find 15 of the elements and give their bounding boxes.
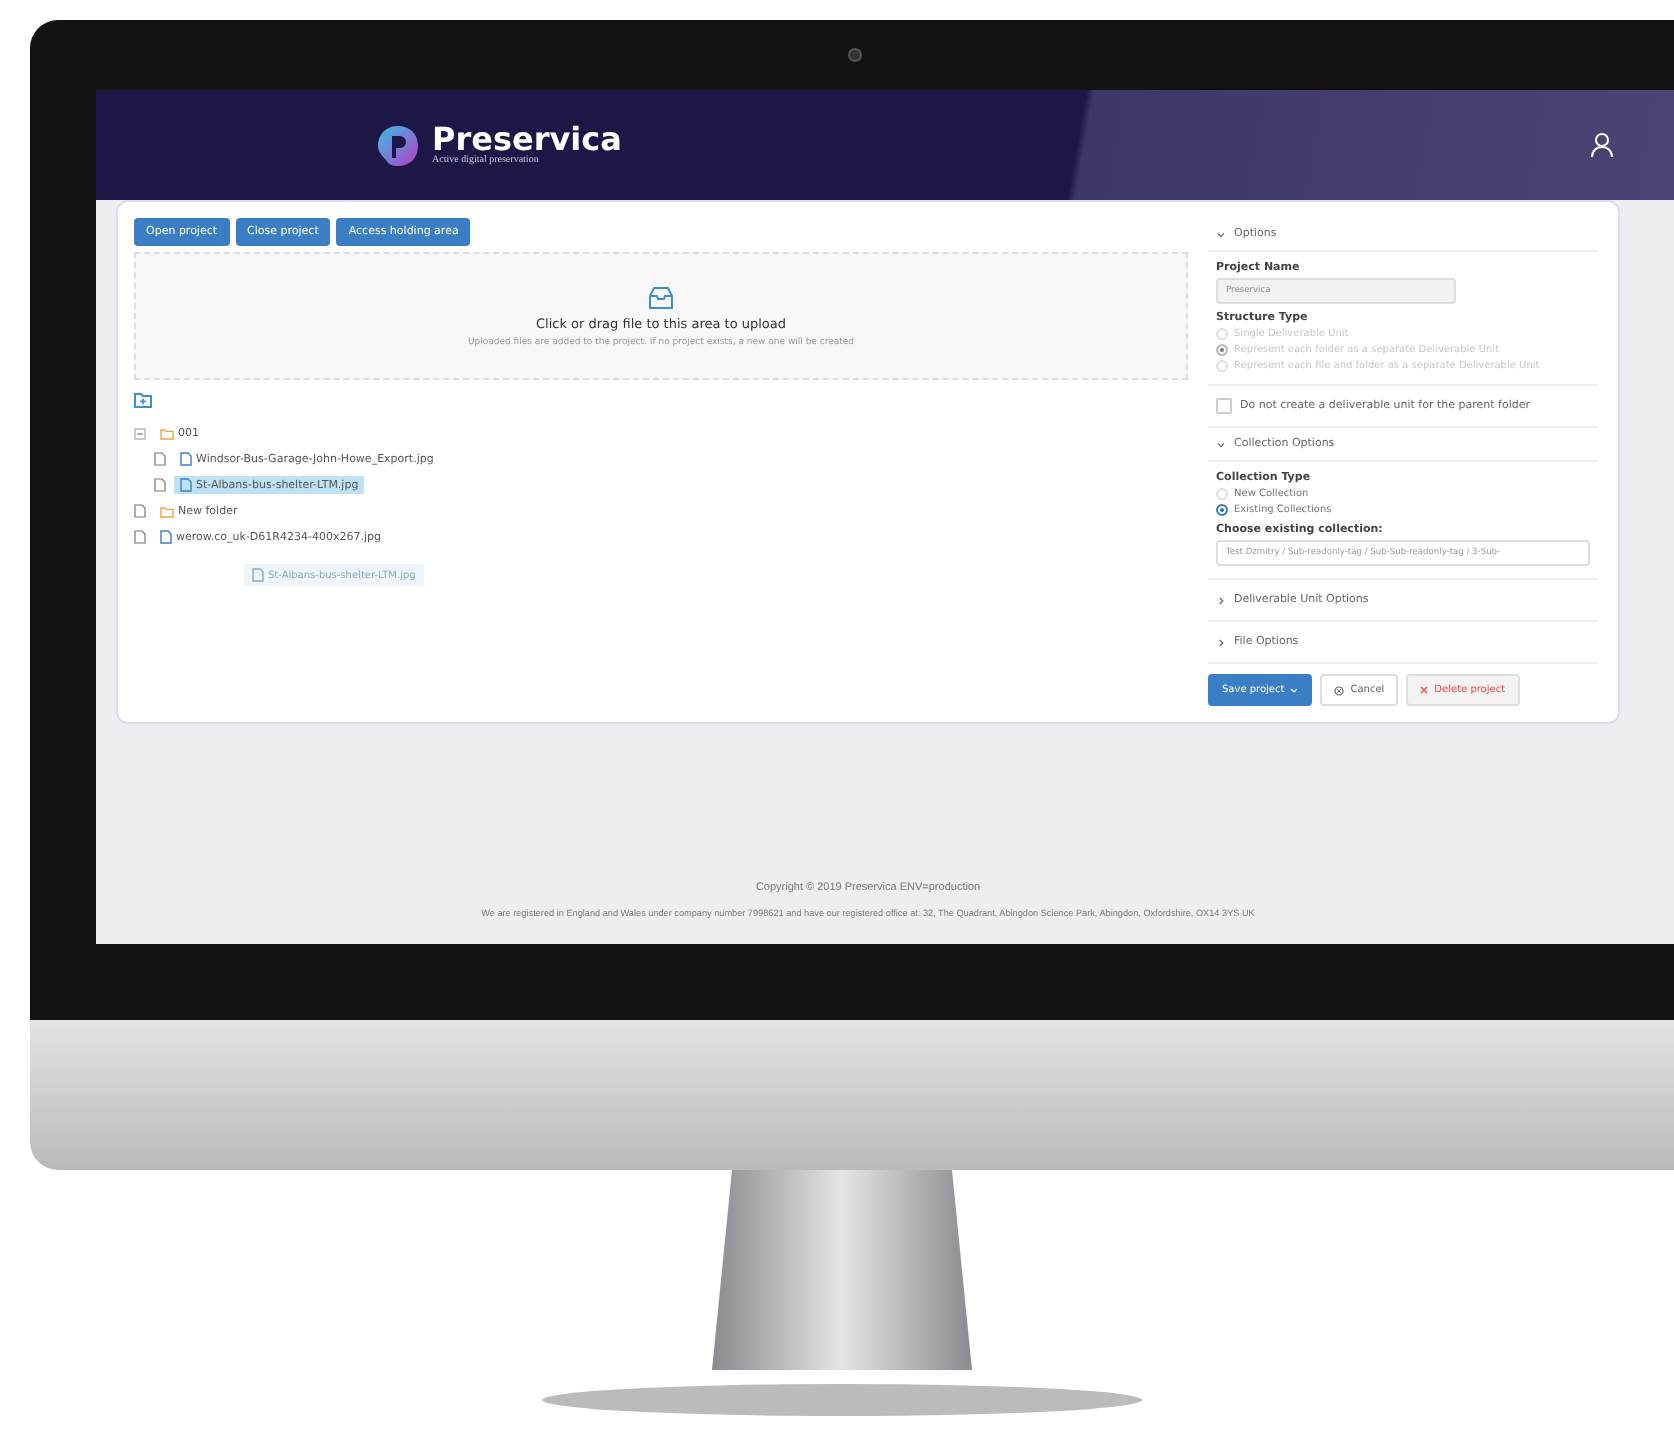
logo-icon (376, 123, 420, 167)
collapse-icon[interactable] (134, 427, 146, 439)
checkbox[interactable] (1216, 398, 1232, 414)
cancel-icon (1334, 685, 1345, 695)
user-icon[interactable] (1590, 132, 1614, 158)
file-icon (252, 568, 264, 582)
radio-button[interactable] (1216, 504, 1228, 516)
close-icon (1420, 686, 1429, 694)
brand-name: Preservica (432, 124, 622, 156)
camera-icon (848, 48, 862, 62)
folder-icon (160, 427, 174, 439)
new-folder-icon[interactable] (134, 392, 152, 408)
inbox-icon (648, 285, 674, 309)
folder-icon (160, 505, 174, 517)
caret-icon (1290, 687, 1299, 693)
